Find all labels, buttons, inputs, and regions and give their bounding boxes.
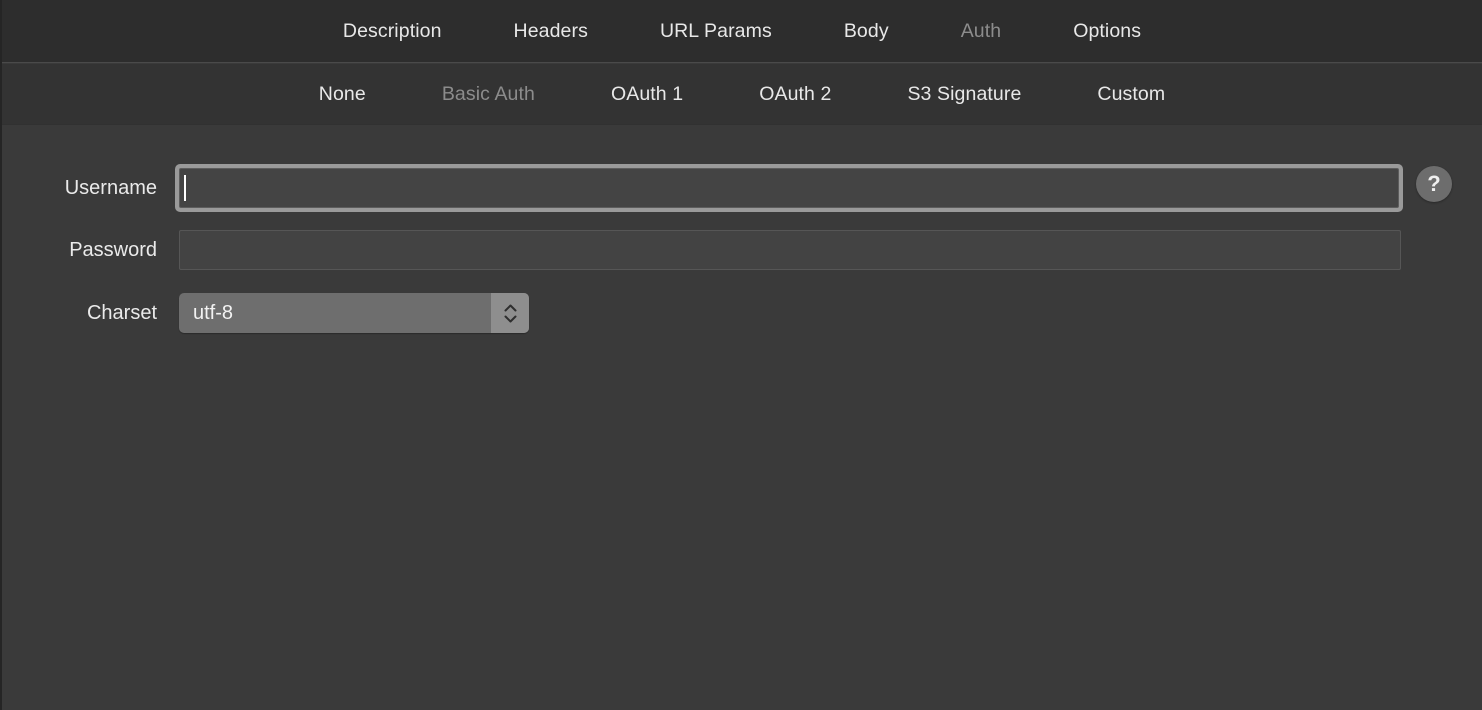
tab-body[interactable]: Body: [834, 16, 899, 47]
auth-tab-basic-auth[interactable]: Basic Auth: [432, 79, 545, 110]
username-field[interactable]: [179, 168, 1399, 208]
charset-selected-value: utf-8: [179, 302, 233, 325]
question-mark-icon: ?: [1427, 173, 1440, 195]
primary-tab-bar: Description Headers URL Params Body Auth…: [2, 0, 1482, 63]
charset-row: Charset utf-8: [2, 292, 1482, 334]
tab-url-params[interactable]: URL Params: [650, 16, 782, 47]
auth-tab-s3-signature[interactable]: S3 Signature: [897, 79, 1031, 110]
auth-type-tab-bar: None Basic Auth OAuth 1 OAuth 2 S3 Signa…: [2, 64, 1482, 125]
charset-label: Charset: [2, 302, 157, 325]
password-row: Password: [2, 228, 1482, 272]
username-field-focus-ring[interactable]: [175, 164, 1403, 212]
basic-auth-form: Username Password Charset utf-8: [2, 126, 1482, 710]
auth-settings-window: Description Headers URL Params Body Auth…: [0, 0, 1482, 710]
password-input[interactable]: [187, 239, 1393, 261]
username-input[interactable]: [186, 177, 1398, 199]
tab-headers[interactable]: Headers: [504, 16, 598, 47]
password-field[interactable]: [179, 230, 1401, 270]
chevron-down-icon[interactable]: [504, 315, 517, 323]
auth-tab-oauth-2[interactable]: OAuth 2: [749, 79, 841, 110]
auth-tab-custom[interactable]: Custom: [1087, 79, 1175, 110]
auth-tab-oauth-1[interactable]: OAuth 1: [601, 79, 693, 110]
password-label: Password: [2, 239, 157, 262]
tab-auth[interactable]: Auth: [951, 16, 1012, 47]
tab-options[interactable]: Options: [1063, 16, 1151, 47]
auth-tab-none[interactable]: None: [309, 79, 376, 110]
username-row: Username: [2, 162, 1482, 214]
username-label: Username: [2, 177, 157, 200]
tab-description[interactable]: Description: [333, 16, 452, 47]
charset-stepper[interactable]: [491, 293, 529, 333]
help-button[interactable]: ?: [1416, 166, 1452, 202]
charset-popup-button[interactable]: utf-8: [179, 293, 529, 333]
chevron-up-icon[interactable]: [504, 304, 517, 312]
